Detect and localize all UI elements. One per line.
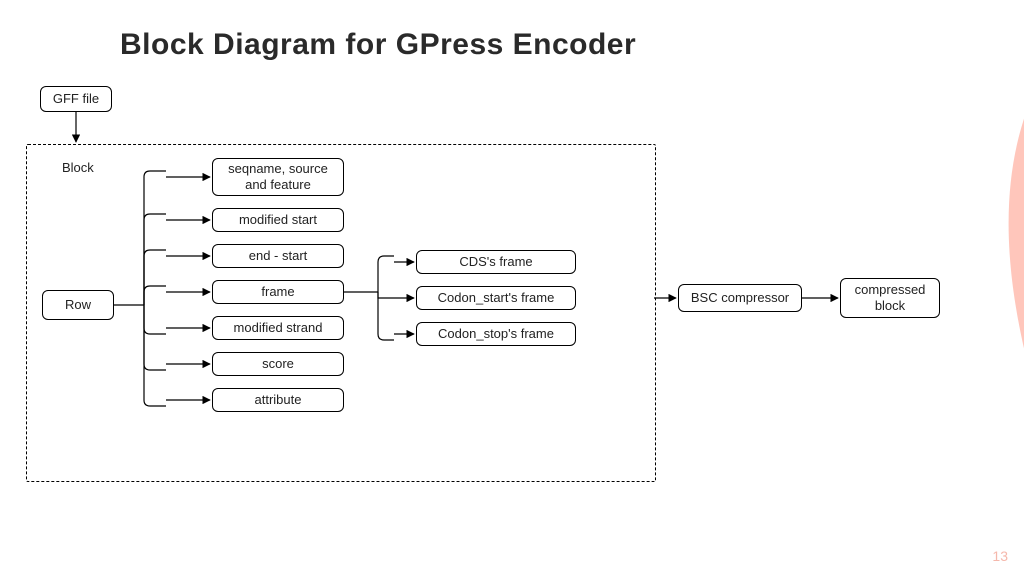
page-number: 13 [992, 548, 1008, 564]
slide-title: Block Diagram for GPress Encoder [120, 28, 636, 62]
arrows-layer [20, 86, 980, 506]
diagram-area: GFF file Block Row seqname, source and f… [20, 86, 980, 506]
